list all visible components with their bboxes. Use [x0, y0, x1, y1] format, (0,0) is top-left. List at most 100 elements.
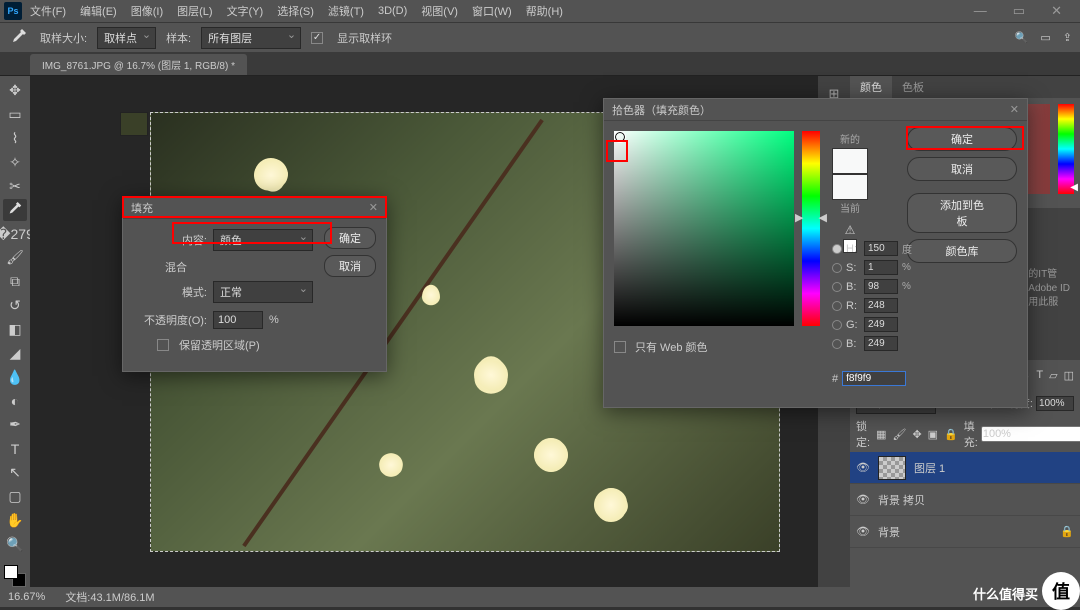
layer-thumb: [120, 112, 148, 136]
b-radio[interactable]: [832, 282, 842, 292]
layer-fill-input[interactable]: [981, 426, 1080, 442]
lock-move-icon[interactable]: ✥: [912, 428, 921, 441]
h-radio[interactable]: [832, 244, 842, 254]
content-dropdown[interactable]: 颜色...: [213, 229, 313, 251]
sv-cursor[interactable]: [615, 132, 625, 142]
menu-file[interactable]: 文件(F): [24, 1, 72, 21]
bb-radio[interactable]: [832, 339, 842, 349]
menu-type[interactable]: 文字(Y): [221, 1, 270, 21]
eraser-tool[interactable]: ◧: [3, 319, 27, 341]
cancel-button[interactable]: 取消: [324, 255, 376, 277]
path-tool[interactable]: ↖: [3, 462, 27, 484]
close-icon[interactable]: ✕: [369, 201, 378, 214]
preserve-checkbox[interactable]: [157, 339, 169, 351]
visibility-icon[interactable]: 👁: [856, 493, 870, 506]
pen-tool[interactable]: ✒: [3, 414, 27, 436]
zoom-level[interactable]: 16.67%: [8, 591, 45, 603]
lock-all-icon[interactable]: 🔒: [944, 428, 958, 441]
g-radio[interactable]: [832, 320, 842, 330]
marquee-tool[interactable]: ▭: [3, 104, 27, 126]
filter-shape-icon[interactable]: ▱: [1049, 369, 1057, 382]
layer-opacity-input[interactable]: [1036, 396, 1074, 411]
h-input[interactable]: [864, 241, 898, 256]
opacity-input[interactable]: [213, 311, 263, 329]
zoom-tool[interactable]: 🔍: [3, 533, 27, 555]
filter-smart-icon[interactable]: ◫: [1064, 369, 1074, 382]
menu-select[interactable]: 选择(S): [271, 1, 320, 21]
s-radio[interactable]: [832, 263, 842, 273]
show-ring-checkbox[interactable]: [311, 32, 323, 44]
menu-help[interactable]: 帮助(H): [520, 1, 569, 21]
fill-label: 填充:: [964, 418, 978, 450]
new-label: 新的: [832, 131, 868, 146]
ok-button[interactable]: 确定: [324, 227, 376, 249]
lasso-tool[interactable]: ⌇: [3, 128, 27, 150]
hex-input[interactable]: [842, 371, 906, 386]
menu-3d[interactable]: 3D(D): [372, 3, 413, 19]
eyedropper-tool[interactable]: [3, 199, 27, 221]
sample-size-dropdown[interactable]: 取样点: [97, 27, 156, 49]
close-icon[interactable]: ✕: [1010, 103, 1019, 116]
close-icon[interactable]: ✕: [1045, 1, 1068, 21]
warning-icon[interactable]: ⚠: [832, 223, 868, 237]
g-input[interactable]: [864, 317, 898, 332]
lock-pixels-icon[interactable]: ▦: [876, 428, 886, 441]
menu-image[interactable]: 图像(I): [125, 1, 169, 21]
hue-slider[interactable]: ▶◀: [802, 131, 820, 326]
share-icon[interactable]: ⇪: [1063, 31, 1072, 44]
bb-input[interactable]: [864, 336, 898, 351]
minimize-icon[interactable]: —: [968, 1, 993, 21]
tab-color[interactable]: 颜色: [850, 76, 892, 98]
layer-name[interactable]: 图层 1: [914, 460, 945, 476]
layer-name[interactable]: 背景 拷贝: [878, 492, 925, 508]
r-input[interactable]: [864, 298, 898, 313]
gradient-tool[interactable]: ◢: [3, 342, 27, 364]
webonly-checkbox[interactable]: [614, 341, 626, 353]
lock-icon: 🔒: [1060, 525, 1074, 538]
history-brush-tool[interactable]: ↺: [3, 295, 27, 317]
menu-view[interactable]: 视图(V): [415, 1, 464, 21]
add-swatch-button[interactable]: 添加到色板: [907, 193, 1017, 233]
color-swatches[interactable]: [4, 565, 26, 587]
type-tool[interactable]: T: [3, 438, 27, 460]
dodge-tool[interactable]: ◐: [3, 390, 27, 412]
mode-dropdown[interactable]: 正常: [213, 281, 313, 303]
lock-paint-icon[interactable]: 🖌: [892, 428, 906, 441]
wand-tool[interactable]: ✧: [3, 152, 27, 174]
visibility-icon[interactable]: 👁: [856, 461, 870, 474]
menu-edit[interactable]: 编辑(E): [74, 1, 123, 21]
shape-tool[interactable]: ▢: [3, 486, 27, 508]
brush-tool[interactable]: 🖌: [3, 247, 27, 269]
move-tool[interactable]: ✥: [3, 80, 27, 102]
layer-row[interactable]: 👁 背景 拷贝: [850, 484, 1080, 516]
layer-row[interactable]: 👁 背景 🔒: [850, 516, 1080, 548]
maximize-icon[interactable]: ▭: [1007, 1, 1031, 21]
layer-row[interactable]: 👁 图层 1: [850, 452, 1080, 484]
color-hue-strip[interactable]: ◀: [1058, 104, 1074, 194]
sample-dropdown[interactable]: 所有图层: [201, 27, 301, 49]
crop-tool[interactable]: ✂: [3, 175, 27, 197]
current-color-swatch[interactable]: [832, 174, 868, 200]
layer-name[interactable]: 背景: [878, 524, 900, 540]
menu-filter[interactable]: 滤镜(T): [322, 1, 370, 21]
r-radio[interactable]: [832, 301, 842, 311]
document-tab[interactable]: IMG_8761.JPG @ 16.7% (图层 1, RGB/8) *: [30, 54, 247, 75]
bv-input[interactable]: [864, 279, 898, 294]
filter-type-icon[interactable]: T: [1036, 369, 1043, 382]
menu-layer[interactable]: 图层(L): [171, 1, 218, 21]
ok-button[interactable]: 确定: [907, 127, 1017, 151]
menu-window[interactable]: 窗口(W): [466, 1, 518, 21]
tab-swatches[interactable]: 色板: [892, 76, 934, 98]
search-icon[interactable]: 🔍: [1015, 31, 1029, 44]
workspace-icon[interactable]: ▭: [1040, 31, 1050, 44]
fg-color-swatch[interactable]: [4, 565, 18, 579]
visibility-icon[interactable]: 👁: [856, 525, 870, 538]
cancel-button[interactable]: 取消: [907, 157, 1017, 181]
sv-field[interactable]: [614, 131, 794, 326]
s-input[interactable]: [864, 260, 898, 275]
blur-tool[interactable]: 💧: [3, 366, 27, 388]
stamp-tool[interactable]: ⧉: [3, 271, 27, 293]
heal-tool[interactable]: �279: [3, 223, 27, 245]
hand-tool[interactable]: ✋: [3, 509, 27, 531]
lock-artboard-icon[interactable]: ▣: [928, 428, 938, 441]
